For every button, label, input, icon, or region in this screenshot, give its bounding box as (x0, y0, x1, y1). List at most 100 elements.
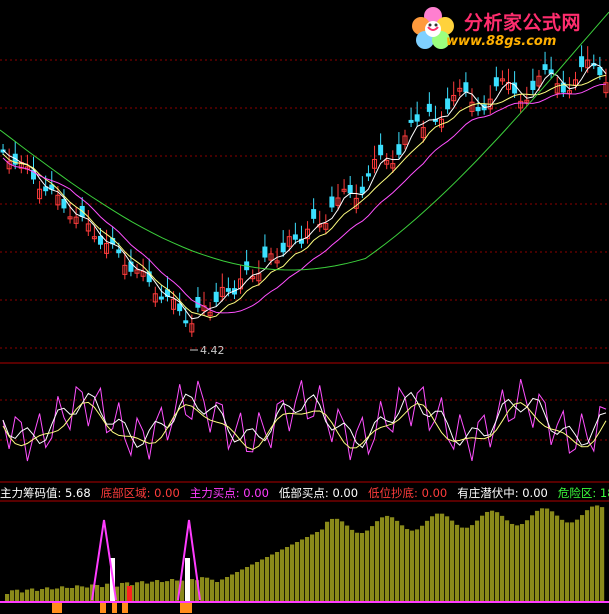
candle-body (97, 235, 103, 245)
chip-bar (260, 559, 265, 602)
watermark-title: 分析家公式网 (464, 12, 582, 34)
chip-bar (225, 577, 230, 602)
chip-bar (470, 525, 475, 602)
stock-chart-canvas[interactable] (0, 0, 609, 614)
chip-bar (450, 520, 455, 602)
chip-bar (440, 513, 445, 602)
chip-bar (575, 519, 580, 602)
candle-body (329, 196, 335, 208)
chip-bar (70, 587, 75, 602)
chip-bar (25, 589, 30, 602)
red-signal-bar (127, 586, 132, 602)
chip-bar (390, 517, 395, 602)
chip-bar (120, 582, 125, 602)
candle-body (414, 114, 420, 122)
candle-body (61, 198, 67, 209)
watermark-url: www.88gs.com (446, 34, 557, 49)
legend-value: 18. (599, 486, 609, 500)
chip-bar (230, 574, 235, 602)
chip-bar (465, 527, 470, 602)
candle-body (365, 173, 371, 177)
chip-volume-bars (0, 505, 609, 613)
candle-body (408, 119, 414, 123)
chip-bar (495, 512, 500, 602)
chip-bar (285, 547, 290, 602)
chip-bar (570, 522, 575, 602)
candle-body (183, 320, 189, 324)
ma-mid-line (2, 74, 607, 319)
ma-short-line (2, 63, 607, 320)
candle-body (396, 144, 402, 155)
chip-bar (245, 567, 250, 602)
chip-bar (50, 589, 55, 602)
legend-item: 主力买点: 0.00 (190, 486, 269, 500)
chip-bar (445, 516, 450, 602)
chip-bar (155, 580, 160, 602)
legend-value: 0.00 (328, 486, 359, 500)
candle-body (579, 56, 585, 68)
chip-bar (565, 522, 570, 602)
legend-item: 主力筹码值: 5.68 (0, 486, 91, 500)
moving-average-lines (0, 11, 609, 320)
chip-bar (520, 524, 525, 602)
legend-item: 有庄潜伏中: 0.00 (457, 486, 548, 500)
chip-bar (45, 587, 50, 602)
legend-value: 0.00 (417, 486, 448, 500)
candle-body (378, 144, 384, 156)
chip-bar (400, 525, 405, 602)
chip-bar (385, 515, 390, 602)
chip-bar (405, 529, 410, 602)
chip-bar (595, 505, 600, 602)
candle-body (475, 106, 481, 112)
chip-bar (560, 519, 565, 602)
watermark-logo: 分析家公式网 www.88gs.com (408, 4, 608, 54)
chip-bar (415, 529, 420, 602)
chip-bar (330, 518, 335, 602)
chip-bar (410, 530, 415, 602)
chip-bar (350, 529, 355, 602)
chip-bar (250, 564, 255, 602)
chip-bar (430, 516, 435, 602)
chip-bar (205, 577, 210, 602)
chip-bar (600, 507, 605, 602)
chip-bar (540, 508, 545, 602)
candle-body (177, 303, 183, 312)
chip-bar (480, 515, 485, 602)
chip-bar (170, 579, 175, 602)
chip-bar (380, 517, 385, 602)
chip-bar (105, 583, 110, 602)
chip-bar (275, 552, 280, 602)
chip-bar (365, 530, 370, 602)
chip-bar (555, 515, 560, 602)
legend-label: 有庄潜伏中: (457, 486, 519, 500)
chip-bar (360, 533, 365, 602)
chip-bar (500, 515, 505, 602)
chip-bar (530, 515, 535, 602)
chip-bar (320, 529, 325, 602)
chip-bar (95, 584, 100, 602)
grid-lines (0, 59, 609, 502)
chip-bar (80, 586, 85, 602)
chip-bar (375, 521, 380, 602)
legend-item: 低位抄底: 0.00 (368, 486, 447, 500)
chip-bar (460, 527, 465, 602)
candle-body (445, 98, 451, 110)
legend-item: 危险区: 18. (558, 486, 609, 500)
legend-label: 危险区: (557, 486, 597, 500)
chip-bar (435, 513, 440, 602)
legend-value: 0.00 (239, 486, 269, 500)
chip-bar (355, 532, 360, 602)
chip-bar (550, 511, 555, 602)
chip-bar (5, 594, 10, 602)
candle-body (225, 288, 231, 292)
legend-label: 主力筹码值: (0, 486, 62, 500)
candle-body (292, 234, 298, 240)
chip-bar (270, 554, 275, 602)
chip-bar (425, 520, 430, 602)
chip-bar (325, 521, 330, 602)
chip-bar (290, 544, 295, 602)
oscillator-line-fast (2, 378, 607, 462)
chip-bar (165, 581, 170, 602)
candle-body (158, 296, 164, 300)
candle-body (311, 209, 317, 219)
